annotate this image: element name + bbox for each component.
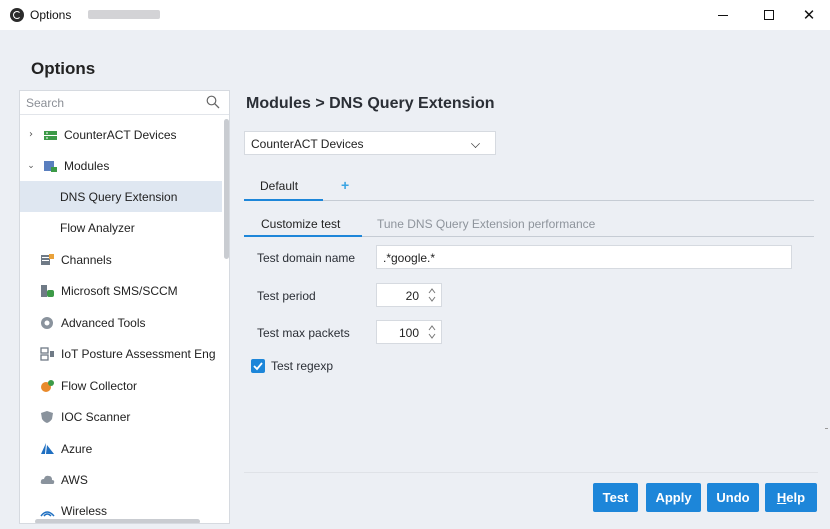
sidebar-item-label: AWS bbox=[61, 472, 88, 487]
sidebar-item-label: Microsoft SMS/SCCM bbox=[61, 283, 178, 298]
spinner-arrows-icon[interactable] bbox=[428, 287, 436, 303]
test-button[interactable]: Test bbox=[593, 483, 638, 512]
tab-label: Customize test bbox=[261, 217, 341, 231]
test-domain-name-input[interactable]: .*google.* bbox=[376, 245, 792, 269]
device-select-value: CounterACT Devices bbox=[251, 137, 364, 151]
close-icon: ✕ bbox=[802, 6, 816, 24]
sidebar-item-microsoft-sms-sccm[interactable]: Microsoft SMS/SCCM bbox=[20, 275, 222, 306]
counteract-devices-icon bbox=[44, 130, 57, 140]
checkmark-icon bbox=[253, 362, 263, 371]
close-button[interactable]: ✕ bbox=[786, 0, 830, 30]
sidebar-item-label: Wireless bbox=[61, 503, 108, 518]
test-period-stepper[interactable]: 20 bbox=[376, 283, 442, 307]
sidebar-item-label: IOC Scanner bbox=[61, 409, 131, 424]
sidebar-item-iot-posture[interactable]: IoT Posture Assessment Eng bbox=[20, 338, 222, 369]
sidebar-item-label: IoT Posture Assessment Eng bbox=[61, 346, 216, 361]
channels-icon bbox=[41, 253, 54, 265]
test-max-packets-value: 100 bbox=[398, 326, 419, 340]
spinner-arrows-icon[interactable] bbox=[428, 324, 436, 340]
minimize-button[interactable] bbox=[700, 0, 746, 30]
chevron-right-icon[interactable]: › bbox=[25, 129, 37, 140]
apply-button[interactable]: Apply bbox=[646, 483, 701, 512]
help-button[interactable]: Help bbox=[765, 483, 817, 512]
tab-bar: Default + bbox=[244, 172, 814, 201]
title-bar: Options ✕ bbox=[0, 0, 830, 30]
help-mnemonic: H bbox=[776, 490, 787, 505]
aws-icon bbox=[40, 475, 55, 484]
test-domain-name-value: .*google.* bbox=[383, 251, 436, 265]
test-regexp-label: Test regexp bbox=[271, 359, 334, 373]
sidebar-item-aws[interactable]: AWS bbox=[20, 464, 222, 495]
flow-collector-icon bbox=[41, 379, 54, 392]
add-tab-icon[interactable]: + bbox=[341, 177, 349, 193]
iot-icon bbox=[40, 346, 54, 361]
sidebar-search bbox=[20, 91, 229, 115]
help-label-rest: elp bbox=[786, 490, 806, 505]
sidebar-item-azure[interactable]: Azure bbox=[20, 433, 222, 464]
device-select[interactable]: CounterACT Devices bbox=[244, 131, 496, 155]
options-heading: Options bbox=[31, 59, 96, 78]
test-max-packets-stepper[interactable]: 100 bbox=[376, 320, 442, 344]
test-period-value: 20 bbox=[405, 289, 419, 303]
advanced-tools-icon bbox=[41, 316, 53, 329]
sidebar-item-label: Channels bbox=[61, 252, 112, 267]
window-title: Options bbox=[30, 8, 72, 22]
sidebar-item-label: CounterACT Devices bbox=[64, 127, 177, 142]
sidebar-item-advanced-tools[interactable]: Advanced Tools bbox=[20, 307, 222, 338]
test-domain-name-label: Test domain name bbox=[257, 251, 356, 265]
sidebar-item-label: Flow Analyzer bbox=[60, 220, 135, 235]
test-max-packets-label: Test max packets bbox=[257, 326, 350, 340]
azure-icon bbox=[41, 442, 54, 454]
sidebar-item-label: Advanced Tools bbox=[61, 315, 146, 330]
subtab-bar: Customize test Tune DNS Query Extension … bbox=[244, 212, 814, 237]
tab-label: Default bbox=[260, 179, 299, 193]
modules-icon bbox=[44, 160, 57, 172]
test-period-label: Test period bbox=[257, 289, 316, 303]
window-title-redacted bbox=[88, 10, 160, 19]
chevron-down-icon[interactable]: ⌄ bbox=[25, 161, 37, 171]
sidebar-item-label: Azure bbox=[61, 441, 93, 456]
maximize-icon bbox=[764, 10, 774, 20]
sidebar-item-dns-query-extension[interactable]: DNS Query Extension bbox=[20, 181, 222, 212]
app-logo-icon bbox=[10, 8, 24, 22]
sidebar-item-counteract-devices[interactable]: › CounterACT Devices bbox=[20, 119, 222, 150]
test-regexp-checkbox[interactable] bbox=[251, 359, 265, 373]
tab-default[interactable]: Default bbox=[244, 172, 323, 201]
search-input[interactable] bbox=[26, 94, 196, 112]
minimize-icon bbox=[718, 14, 728, 16]
footer-divider bbox=[244, 472, 818, 473]
sidebar-item-label: Flow Collector bbox=[61, 378, 138, 393]
sidebar-item-channels[interactable]: Channels bbox=[20, 244, 222, 275]
edge-marker bbox=[825, 428, 828, 429]
sidebar-item-label: Modules bbox=[64, 158, 110, 173]
page-title: Modules > DNS Query Extension bbox=[246, 95, 495, 112]
sidebar-horizontal-scrollbar[interactable] bbox=[35, 519, 200, 523]
undo-button[interactable]: Undo bbox=[707, 483, 759, 512]
sidebar-item-flow-collector[interactable]: Flow Collector bbox=[20, 370, 222, 401]
sidebar-vertical-scrollbar[interactable] bbox=[224, 119, 229, 259]
options-tree: › CounterACT Devices ⌄ Modules DNS Query… bbox=[19, 90, 230, 524]
ioc-scanner-icon bbox=[41, 410, 53, 423]
sidebar-item-label: DNS Query Extension bbox=[60, 189, 178, 204]
sidebar-item-ioc-scanner[interactable]: IOC Scanner bbox=[20, 401, 222, 432]
sidebar-item-flow-analyzer[interactable]: Flow Analyzer bbox=[20, 212, 222, 243]
sccm-icon bbox=[41, 284, 54, 297]
tab-customize-test[interactable]: Customize test bbox=[244, 212, 362, 237]
tab-tune-performance[interactable]: Tune DNS Query Extension performance bbox=[377, 217, 595, 231]
wireless-icon bbox=[40, 510, 55, 517]
sidebar-item-modules[interactable]: ⌄ Modules bbox=[20, 150, 222, 181]
chevron-down-icon bbox=[471, 139, 480, 148]
search-icon[interactable] bbox=[206, 95, 220, 109]
